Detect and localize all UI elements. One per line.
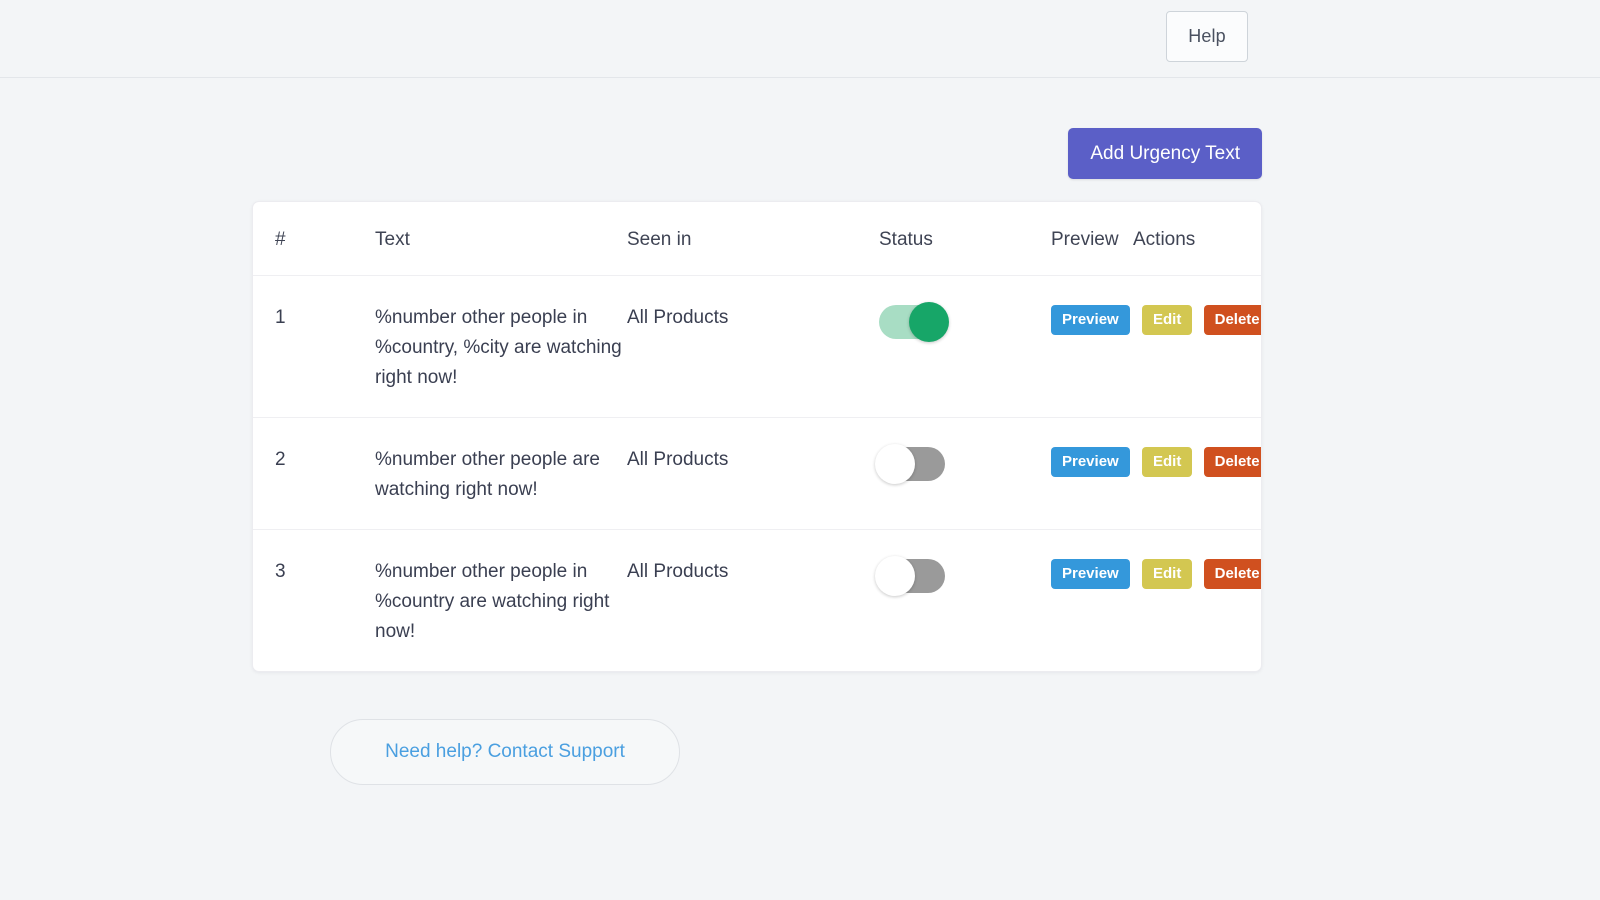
row-status (879, 276, 1051, 418)
urgency-text-table-card: # Text Seen in Status Preview Actions 1 … (252, 201, 1262, 672)
main-content: Add Urgency Text # Text Seen in Status P… (0, 79, 1600, 900)
row-actions: Edit Delete (1133, 530, 1262, 672)
row-text: %number other people in %country, %city … (375, 276, 627, 418)
column-header-number: # (253, 202, 375, 276)
row-actions: Edit Delete (1133, 276, 1262, 418)
row-actions: Edit Delete (1133, 418, 1262, 530)
edit-button[interactable]: Edit (1142, 447, 1192, 477)
row-status (879, 418, 1051, 530)
delete-button[interactable]: Delete (1204, 305, 1262, 335)
toggle-knob (875, 444, 915, 484)
row-text: %number other people in %country are wat… (375, 530, 627, 672)
column-header-seen-in: Seen in (627, 202, 879, 276)
status-toggle[interactable] (879, 559, 945, 593)
status-toggle[interactable] (879, 447, 945, 481)
table-header-row: # Text Seen in Status Preview Actions (253, 202, 1262, 276)
status-toggle[interactable] (879, 305, 945, 339)
help-button[interactable]: Help (1166, 11, 1248, 62)
column-header-text: Text (375, 202, 627, 276)
preview-button[interactable]: Preview (1051, 559, 1130, 589)
row-seen-in: All Products (627, 276, 879, 418)
row-preview: Preview (1051, 276, 1133, 418)
table-row: 2 %number other people are watching righ… (253, 418, 1262, 530)
table-row: 3 %number other people in %country are w… (253, 530, 1262, 672)
top-bar: Help (0, 0, 1600, 78)
toolbar: Add Urgency Text (0, 128, 1262, 179)
row-number: 2 (253, 418, 375, 530)
row-preview: Preview (1051, 418, 1133, 530)
delete-button[interactable]: Delete (1204, 559, 1262, 589)
urgency-text-table: # Text Seen in Status Preview Actions 1 … (253, 202, 1262, 671)
toggle-knob (875, 556, 915, 596)
row-number: 1 (253, 276, 375, 418)
table-header: # Text Seen in Status Preview Actions (253, 202, 1262, 276)
table-body: 1 %number other people in %country, %cit… (253, 276, 1262, 672)
row-preview: Preview (1051, 530, 1133, 672)
toggle-knob (909, 302, 949, 342)
contact-support-button[interactable]: Need help? Contact Support (330, 719, 680, 785)
row-text: %number other people are watching right … (375, 418, 627, 530)
row-number: 3 (253, 530, 375, 672)
row-seen-in: All Products (627, 530, 879, 672)
preview-button[interactable]: Preview (1051, 447, 1130, 477)
column-header-status: Status (879, 202, 1051, 276)
table-row: 1 %number other people in %country, %cit… (253, 276, 1262, 418)
column-header-preview: Preview (1051, 202, 1133, 276)
delete-button[interactable]: Delete (1204, 447, 1262, 477)
preview-button[interactable]: Preview (1051, 305, 1130, 335)
edit-button[interactable]: Edit (1142, 559, 1192, 589)
row-status (879, 530, 1051, 672)
column-header-actions: Actions (1133, 202, 1262, 276)
edit-button[interactable]: Edit (1142, 305, 1192, 335)
add-urgency-text-button[interactable]: Add Urgency Text (1068, 128, 1262, 179)
row-seen-in: All Products (627, 418, 879, 530)
